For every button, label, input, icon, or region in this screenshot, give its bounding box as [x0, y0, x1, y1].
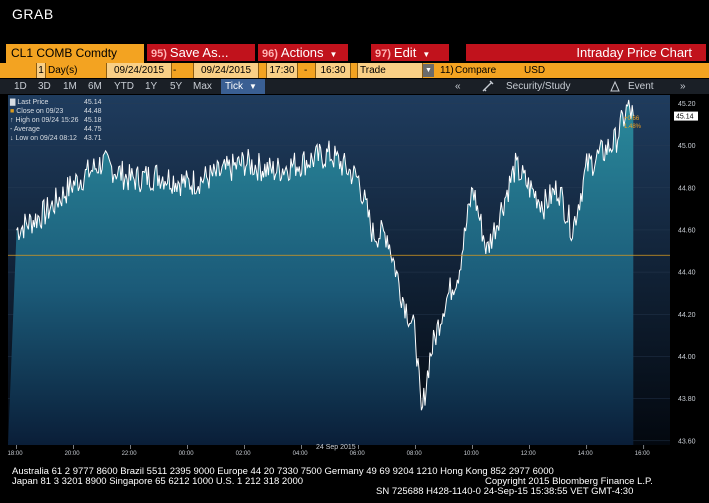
period-count-input[interactable]: 1	[36, 63, 46, 78]
footer-session: SN 725688 H428-1140-0 24-Sep-15 15:38:55…	[376, 486, 634, 497]
range-bar	[0, 79, 709, 94]
x-tick-label: 18:00	[8, 451, 24, 457]
y-tick-label: 44.00	[678, 354, 696, 361]
collapse-icon[interactable]: «	[455, 79, 469, 94]
edit-label: Edit	[393, 45, 417, 60]
end-time-input[interactable]: 16:30	[315, 63, 351, 78]
edit-button[interactable]: 97) Edit ▼	[371, 44, 449, 61]
actions-label: Actions	[280, 45, 324, 60]
save-hotkey: 95)	[151, 48, 167, 60]
time-separator: -	[304, 63, 312, 78]
last-price-tag: 45.14	[676, 114, 694, 121]
y-tick-label: 45.20	[678, 101, 696, 108]
start-date-input[interactable]: 09/24/2015	[106, 63, 172, 78]
field-dropdown-icon[interactable]: ▼	[423, 64, 434, 77]
edit-hotkey: 97)	[375, 48, 391, 60]
y-tick-label: 43.80	[678, 396, 696, 403]
range-3d[interactable]: 3D	[38, 79, 51, 94]
compare-hotkey: 11)	[440, 63, 454, 78]
y-tick-label: 44.40	[678, 270, 696, 277]
change-percent: 1.48%	[624, 124, 642, 130]
range-1m[interactable]: 1M	[63, 79, 77, 94]
y-tick-label: 44.60	[678, 227, 696, 234]
app-title: GRAB	[12, 6, 54, 22]
compare-button[interactable]: Compare	[455, 63, 497, 78]
x-tick-label: 04:00	[293, 451, 309, 457]
y-tick-label: 44.20	[678, 312, 696, 319]
y-tick-label: 43.60	[678, 438, 696, 445]
legend-high: ↑ High on 09/24 15:26 45.18	[10, 117, 102, 124]
x-tick-label: 10:00	[464, 451, 480, 457]
footer-contacts-2: Japan 81 3 3201 8900 Singapore 65 6212 1…	[12, 476, 304, 487]
y-tick-label: 44.80	[678, 185, 696, 192]
edit-caret-icon: ▼	[422, 50, 431, 59]
date-label: 24 Sep 2015	[316, 444, 356, 451]
x-tick-label: 22:00	[122, 451, 138, 457]
chart-title-bar: Intraday Price Chart	[466, 44, 706, 61]
range-max[interactable]: Max	[193, 79, 212, 94]
save-label: Save As...	[169, 45, 229, 60]
range-5y[interactable]: 5Y	[170, 79, 182, 94]
ticker-field[interactable]: CL1 COMB Comdty	[6, 44, 144, 63]
range-1d[interactable]: 1D	[14, 79, 27, 94]
date-separator: -	[173, 63, 181, 78]
range-1y[interactable]: 1Y	[145, 79, 157, 94]
x-tick-label: 06:00	[350, 451, 366, 457]
x-tick-label: 16:00	[635, 451, 651, 457]
event-icon	[609, 80, 621, 93]
end-date-input[interactable]: 09/24/2015	[193, 63, 259, 78]
x-tick-label: 00:00	[179, 451, 195, 457]
legend: ▇ Last Price 45.14 ■ Close on 09/23 44.48 …	[10, 98, 110, 143]
customize-icon[interactable]	[481, 80, 495, 93]
save-as-button[interactable]: 95) Save As...	[147, 44, 255, 61]
start-time-input[interactable]: 17:30	[266, 63, 298, 78]
x-tick-label: 20:00	[65, 451, 81, 457]
range-6m[interactable]: 6M	[88, 79, 102, 94]
actions-caret-icon: ▼	[329, 50, 338, 59]
x-tick-label: 02:00	[236, 451, 252, 457]
actions-button[interactable]: 96) Actions ▼	[258, 44, 348, 61]
legend-close: ■ Close on 09/23 44.48	[10, 108, 102, 115]
period-unit-select[interactable]: Day(s)	[48, 63, 94, 78]
security-study-button[interactable]: Security/Study	[506, 79, 586, 94]
tick-button[interactable]: Tick ▼	[221, 79, 265, 94]
currency-field[interactable]: USD	[524, 63, 548, 78]
x-tick-label: 14:00	[578, 451, 594, 457]
legend-average: - Average 44.75	[10, 126, 102, 133]
ticker-value: CL1 COMB Comdty	[11, 46, 118, 60]
actions-hotkey: 96)	[262, 48, 278, 60]
price-chart: 45.20 45.00 44.80 44.60 44.40 44.20 44.00 43.80…	[8, 95, 698, 457]
legend-low: ↓ Low on 09/24 08:12 43.71	[10, 135, 102, 142]
event-button[interactable]: Event	[628, 79, 668, 94]
change-value: +0.66	[624, 116, 640, 122]
field-select[interactable]: Trade	[357, 63, 423, 78]
legend-last-price: ▇ Last Price 45.14	[10, 99, 102, 106]
x-tick-label: 08:00	[407, 451, 423, 457]
range-ytd[interactable]: YTD	[114, 79, 134, 94]
x-tick-label: 12:00	[521, 451, 537, 457]
expand-icon[interactable]: »	[680, 79, 694, 94]
tick-caret-icon: ▼	[248, 82, 257, 91]
tick-label: Tick	[225, 81, 243, 92]
chart-title: Intraday Price Chart	[576, 45, 692, 60]
y-tick-label: 45.00	[678, 143, 696, 150]
